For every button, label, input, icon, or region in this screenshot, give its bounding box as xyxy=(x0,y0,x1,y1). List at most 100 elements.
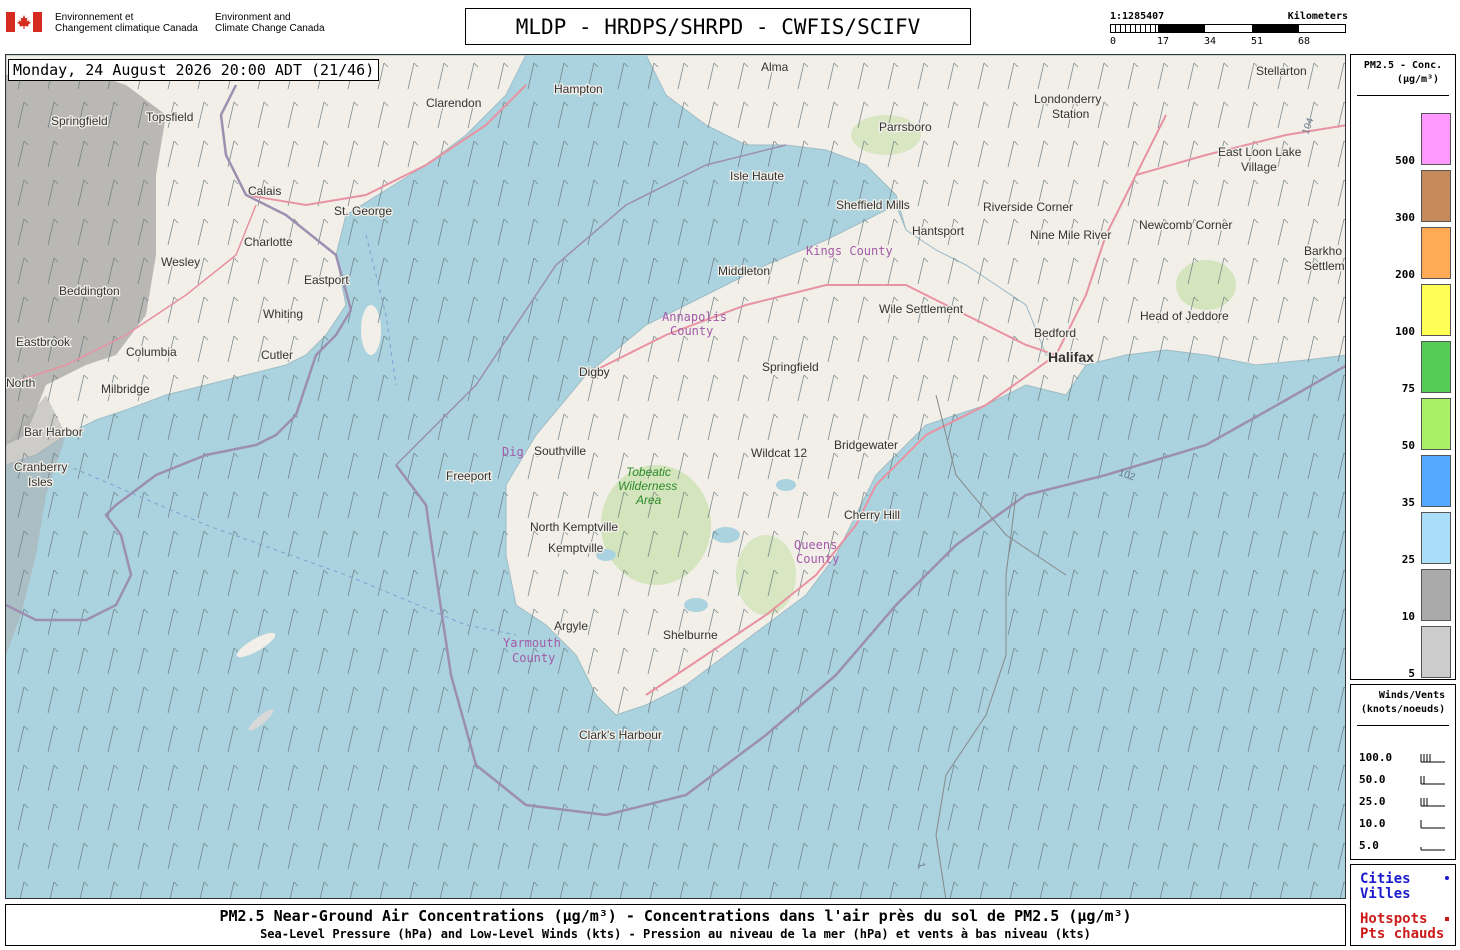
scale-tick: 0 xyxy=(1110,36,1117,47)
label-area: Area xyxy=(635,493,662,507)
wind-legend-divider xyxy=(1357,725,1449,726)
scale-segment xyxy=(1252,25,1299,32)
header: Environnement et Changement climatique C… xyxy=(0,0,1460,52)
gov-name-french: Environnement et Changement climatique C… xyxy=(55,12,198,34)
scale-tick: 51 xyxy=(1251,36,1264,47)
wind-legend-title: Winds/Vents (knots/noeuds) xyxy=(1351,689,1455,717)
label-londonderry: Londonderry xyxy=(1034,92,1101,106)
forecast-timestamp: Monday, 24 August 2026 20:00 ADT (21/46) xyxy=(8,59,380,81)
pm25-level-label: 5 xyxy=(1408,667,1415,680)
scale-segment-fine xyxy=(1111,25,1158,32)
label-wilderness: Wilderness xyxy=(618,479,677,493)
label-cranberry: Cranberry xyxy=(14,460,67,474)
map-canvas[interactable]: Alma Stellarton Clarendon Hampton London… xyxy=(6,55,1346,899)
scale-tick: 34 xyxy=(1204,36,1217,47)
label-queens: Queens xyxy=(794,538,837,552)
scale-segment xyxy=(1299,25,1345,32)
pm25-swatch xyxy=(1421,626,1451,678)
pm25-swatch xyxy=(1421,113,1451,165)
wind-barb-icon xyxy=(1420,776,1445,785)
label-head-of-jeddore: Head of Jeddore xyxy=(1140,309,1229,323)
label-barkho: Barkho xyxy=(1304,244,1342,258)
label-wesley: Wesley xyxy=(161,255,200,269)
footer-line-2: Sea-Level Pressure (hPa) and Low-Level W… xyxy=(260,927,1091,941)
scale-tick: 68 xyxy=(1298,36,1311,47)
scale-ticks: 0 17 34 51 68 xyxy=(1110,36,1348,48)
label-southville: Southville xyxy=(534,444,586,458)
label-bedford: Bedford xyxy=(1034,326,1076,340)
wind-legend-row: 50.0 xyxy=(1359,773,1451,787)
footer-caption: PM2.5 Near-Ground Air Concentrations (µg… xyxy=(5,904,1346,946)
wind-legend-row: 10.0 xyxy=(1359,817,1451,831)
label-freeport: Freeport xyxy=(446,469,492,483)
label-wile-settlement: Wile Settlement xyxy=(879,302,964,316)
wind-barb-field xyxy=(6,55,1345,898)
label-springfield-ns: Springfield xyxy=(762,360,819,374)
label-yarmouth-county: County xyxy=(512,651,555,665)
label-bar-harbor: Bar Harbor xyxy=(24,425,83,439)
pm25-legend-title-line1: PM2.5 - Conc. xyxy=(1363,60,1443,71)
wind-legend-title-line1: Winds/Vents xyxy=(1378,690,1446,701)
label-st-george: St. George xyxy=(334,204,392,218)
label-stellarton: Stellarton xyxy=(1256,64,1307,78)
label-charlotte: Charlotte xyxy=(244,235,293,249)
pm25-level-label: 35 xyxy=(1401,496,1415,509)
pm25-level-label: 50 xyxy=(1401,439,1415,452)
product-title: MLDP - HRDPS/SHRPD - CWFIS/SCIFV xyxy=(465,8,971,45)
city-dot-icon xyxy=(1445,876,1449,880)
label-riverside-corner: Riverside Corner xyxy=(983,200,1073,214)
label-hampton: Hampton xyxy=(554,82,603,96)
wind-legend-title-line2: (knots/noeuds) xyxy=(1360,704,1446,715)
pm25-swatch xyxy=(1421,227,1451,279)
hotspot-square-icon xyxy=(1445,917,1449,921)
label-shelburne: Shelburne xyxy=(663,628,718,642)
wind-legend-row: 5.0 xyxy=(1359,839,1451,853)
map-panel[interactable]: Alma Stellarton Clarendon Hampton London… xyxy=(5,54,1346,899)
pm25-legend: PM2.5 - Conc. (µg/m³) 500 300 200 100 75 50 35… xyxy=(1350,54,1456,680)
label-isles: Isles xyxy=(28,475,53,489)
gov-fr-line1: Environnement et xyxy=(55,12,134,23)
wind-speed-label: 10.0 xyxy=(1359,817,1386,830)
label-clarendon: Clarendon xyxy=(426,96,481,110)
cities-label: Cities xyxy=(1360,871,1411,887)
label-annapolis: Annapolis xyxy=(662,310,727,324)
wind-barb-icon xyxy=(1420,798,1445,807)
scale-unit: Kilometers xyxy=(1287,11,1348,22)
label-tobeatic: Tobeatic xyxy=(626,465,671,479)
label-annapolis-county: County xyxy=(670,324,713,338)
pm25-level-label: 200 xyxy=(1395,268,1415,281)
villes-label: Villes xyxy=(1360,886,1411,902)
pm25-swatch xyxy=(1421,341,1451,393)
label-eastport: Eastport xyxy=(304,273,349,287)
label-cherry-hill: Cherry Hill xyxy=(844,508,900,522)
gov-name-english: Environment and Climate Change Canada xyxy=(215,12,325,34)
gov-en-line2: Climate Change Canada xyxy=(215,23,325,34)
scale-ratio: 1:1285407 xyxy=(1110,11,1165,22)
label-argyle: Argyle xyxy=(554,619,588,633)
wind-speed-label: 25.0 xyxy=(1359,795,1386,808)
wind-legend-row: 25.0 xyxy=(1359,795,1451,809)
label-station: Station xyxy=(1052,107,1089,121)
footer-line-1: PM2.5 Near-Ground Air Concentrations (µg… xyxy=(219,907,1132,925)
label-calais: Calais xyxy=(248,184,281,198)
pm25-level-label: 75 xyxy=(1401,382,1415,395)
label-beddington: Beddington xyxy=(59,284,120,298)
pm25-level-label: 10 xyxy=(1401,610,1415,623)
label-north: North xyxy=(6,376,35,390)
gov-en-line1: Environment and xyxy=(215,12,291,23)
wind-legend-row: 100.0 xyxy=(1359,751,1451,765)
label-topsfield: Topsfield xyxy=(146,110,193,124)
scale-bar-widget: 1:1285407 Kilometers 0 17 34 51 68 xyxy=(1110,10,1348,50)
wind-legend: Winds/Vents (knots/noeuds) 100.0 50.0 25.0… xyxy=(1350,684,1456,860)
pts-chauds-label: Pts chauds xyxy=(1360,926,1445,942)
label-dig: Dig xyxy=(502,445,524,459)
label-hantsport: Hantsport xyxy=(912,224,965,238)
gov-fr-line2: Changement climatique Canada xyxy=(55,23,198,34)
pm25-level-label: 500 xyxy=(1395,154,1415,167)
hotspots-label: Hotspots xyxy=(1360,911,1428,927)
label-village: Village xyxy=(1241,160,1277,174)
pm25-swatch xyxy=(1421,284,1451,336)
pm25-level-label: 25 xyxy=(1401,553,1415,566)
label-bridgewater: Bridgewater xyxy=(834,438,898,452)
wind-barb-icon xyxy=(1420,820,1445,829)
